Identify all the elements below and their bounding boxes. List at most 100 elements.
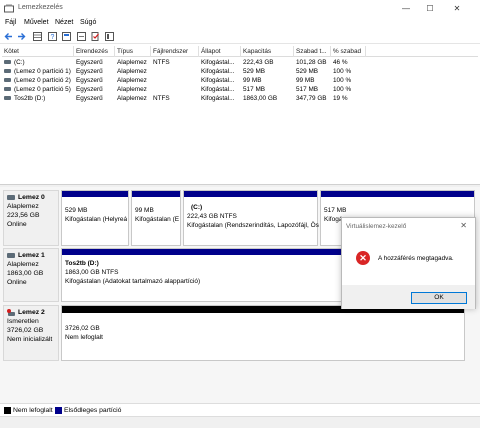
cell-layout: Egyszerű bbox=[76, 77, 103, 84]
cell-layout: Egyszerű bbox=[76, 95, 103, 102]
disk-0-label[interactable]: Lemez 0 Alaplemez 223,56 GB Online bbox=[3, 190, 59, 246]
cell-free-space: 517 MB bbox=[296, 86, 319, 93]
table-row[interactable]: (C:) Egyszerű Alaplemez NTFS Kifogástal.… bbox=[2, 58, 478, 67]
partition-label: (C:) bbox=[191, 204, 203, 211]
menu-view[interactable]: Nézet bbox=[55, 19, 73, 26]
partition-disk0-2[interactable]: 99 MB Kifogástalan (E bbox=[131, 190, 181, 246]
disk-size: 1863,00 GB bbox=[7, 270, 44, 277]
status-bar bbox=[0, 416, 480, 428]
partition-disk0-c[interactable]: (C:) 222,43 GB NTFS Kifogástalan (Rendszer… bbox=[183, 190, 319, 246]
dialog-message: A hozzáférés megtagadva. bbox=[378, 255, 454, 262]
disk-name: Lemez 0 bbox=[18, 194, 45, 201]
cell-type: Alaplemez bbox=[117, 68, 147, 75]
column-divider[interactable] bbox=[330, 46, 331, 57]
table-row[interactable]: (Lemez 0 partíció 5) Egyszerű Alaplemez … bbox=[2, 85, 478, 94]
partition-size: 3726,02 GB bbox=[65, 325, 100, 332]
partition-type-bar bbox=[62, 191, 128, 197]
help-icon[interactable]: ? bbox=[48, 32, 57, 41]
cell-status: Kifogástal... bbox=[201, 86, 235, 93]
disk-type: Alaplemez bbox=[7, 261, 39, 268]
partition-label: Tos2tb (D:) bbox=[65, 260, 99, 267]
cell-volume: (Lemez 0 partíció 1) bbox=[14, 68, 71, 75]
disk-size: 3726,02 GB bbox=[7, 327, 44, 334]
legend-unallocated-swatch bbox=[4, 407, 11, 414]
column-divider[interactable] bbox=[293, 46, 294, 57]
cell-type: Alaplemez bbox=[117, 77, 147, 84]
cell-volume: Tos2tb (D:) bbox=[14, 95, 46, 102]
column-divider[interactable] bbox=[240, 46, 241, 57]
grid-view-icon[interactable] bbox=[33, 32, 42, 41]
ok-button[interactable]: OK bbox=[411, 292, 467, 304]
disk-status: Nem inicializált bbox=[7, 336, 53, 343]
menu-file[interactable]: Fájl bbox=[5, 19, 16, 26]
menu-help[interactable]: Súgó bbox=[80, 19, 96, 26]
back-icon[interactable] bbox=[4, 32, 13, 41]
properties-icon[interactable] bbox=[62, 32, 71, 41]
cell-status: Kifogástal... bbox=[201, 95, 235, 102]
cell-status: Kifogástal... bbox=[201, 59, 235, 66]
column-divider[interactable] bbox=[198, 46, 199, 57]
refresh-icon[interactable] bbox=[77, 32, 86, 41]
column-divider[interactable] bbox=[365, 46, 366, 57]
volume-list-header: Kötet Elrendezés Típus Fájlrendszer Álla… bbox=[2, 46, 478, 57]
error-dialog: Virtuálislemez-kezelő ✕ ✕ A hozzáférés m… bbox=[341, 217, 476, 309]
cell-capacity: 99 MB bbox=[243, 77, 262, 84]
volume-icon bbox=[4, 87, 11, 91]
close-button[interactable]: ✕ bbox=[446, 3, 468, 15]
minimize-button[interactable]: — bbox=[395, 3, 417, 15]
column-header-percent-free[interactable]: % szabad bbox=[333, 48, 361, 55]
toolbar: ? bbox=[0, 29, 480, 44]
maximize-button[interactable]: ☐ bbox=[419, 3, 441, 15]
disk-name: Lemez 1 bbox=[18, 252, 45, 259]
column-header-status[interactable]: Állapot bbox=[201, 48, 221, 55]
column-divider[interactable] bbox=[150, 46, 151, 57]
partition-disk0-1[interactable]: 529 MB Kifogástalan (Helyreá bbox=[61, 190, 129, 246]
table-row[interactable]: (Lemez 0 partíció 2) Egyszerű Alaplemez … bbox=[2, 76, 478, 85]
disk-2-label[interactable]: Lemez 2 Ismeretlen 3726,02 GB Nem inicia… bbox=[3, 305, 59, 361]
partition-size: 529 MB bbox=[65, 207, 88, 214]
cell-capacity: 1863,00 GB bbox=[243, 95, 278, 102]
menu-bar: Fájl Művelet Nézet Súgó bbox=[0, 17, 480, 29]
cell-capacity: 222,43 GB bbox=[243, 59, 274, 66]
disk-status: Online bbox=[7, 279, 27, 286]
table-row[interactable]: Tos2tb (D:) Egyszerű Alaplemez NTFS Kifo… bbox=[2, 94, 478, 103]
disk-type: Ismeretlen bbox=[7, 318, 39, 325]
settings-icon[interactable] bbox=[105, 32, 114, 41]
partition-disk2-unallocated[interactable]: 3726,02 GB Nem lefoglalt bbox=[61, 305, 465, 361]
cell-percent-free: 100 % bbox=[333, 86, 352, 93]
partition-type-bar bbox=[184, 191, 317, 197]
disk-management-app-icon bbox=[4, 4, 14, 13]
column-divider[interactable] bbox=[114, 46, 115, 57]
partition-status: Kifogástalan (Adatokat tartalmazó alappa… bbox=[65, 278, 201, 285]
cell-filesystem: NTFS bbox=[153, 59, 170, 66]
disk-status: Online bbox=[7, 221, 27, 228]
volume-list: Kötet Elrendezés Típus Fájlrendszer Álla… bbox=[2, 46, 478, 184]
cell-free-space: 99 MB bbox=[296, 77, 315, 84]
cell-volume: (Lemez 0 partíció 5) bbox=[14, 86, 71, 93]
dialog-title: Virtuálislemez-kezelő bbox=[346, 223, 407, 230]
legend-primary-swatch bbox=[55, 407, 62, 414]
cell-percent-free: 100 % bbox=[333, 77, 352, 84]
column-header-layout[interactable]: Elrendezés bbox=[76, 48, 108, 55]
disk-1-label[interactable]: Lemez 1 Alaplemez 1863,00 GB Online bbox=[3, 248, 59, 302]
column-header-filesystem[interactable]: Fájlrendszer bbox=[153, 48, 188, 55]
disk-icon bbox=[7, 195, 15, 200]
disk-icon bbox=[7, 253, 15, 258]
dialog-close-button[interactable]: ✕ bbox=[460, 221, 467, 230]
cell-layout: Egyszerű bbox=[76, 86, 103, 93]
check-icon[interactable] bbox=[91, 32, 100, 41]
forward-icon[interactable] bbox=[17, 32, 26, 41]
column-header-volume[interactable]: Kötet bbox=[4, 48, 19, 55]
cell-volume: (C:) bbox=[14, 59, 25, 66]
column-header-capacity[interactable]: Kapacitás bbox=[243, 48, 271, 55]
cell-status: Kifogástal... bbox=[201, 77, 235, 84]
menu-action[interactable]: Művelet bbox=[24, 19, 49, 26]
column-header-type[interactable]: Típus bbox=[117, 48, 133, 55]
partition-status: Kifogástalan (E bbox=[135, 216, 180, 223]
cell-percent-free: 100 % bbox=[333, 68, 352, 75]
volume-icon bbox=[4, 78, 11, 82]
partition-size: 222,43 GB NTFS bbox=[187, 213, 237, 220]
column-divider[interactable] bbox=[73, 46, 74, 57]
column-header-free-space[interactable]: Szabad t... bbox=[296, 48, 327, 55]
table-row[interactable]: (Lemez 0 partíció 1) Egyszerű Alaplemez … bbox=[2, 67, 478, 76]
